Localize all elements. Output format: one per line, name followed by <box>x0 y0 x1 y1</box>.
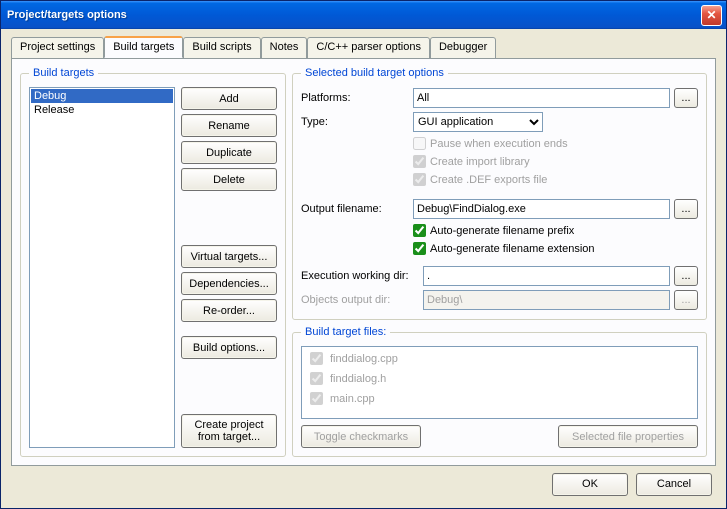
toggle-checkmarks-button: Toggle checkmarks <box>301 425 421 448</box>
virtual-targets-button[interactable]: Virtual targets... <box>181 245 277 268</box>
create-import-checkbox: Create import library <box>413 153 698 170</box>
exec-dir-label: Execution working dir: <box>301 270 419 282</box>
obj-dir-browse-button: ... <box>674 290 698 310</box>
files-listbox[interactable]: finddialog.cpp finddialog.h main.cpp <box>301 346 698 419</box>
obj-dir-input <box>423 290 670 310</box>
tab-strip: Project settings Build targets Build scr… <box>11 37 716 59</box>
auto-prefix-checkbox[interactable]: Auto-generate filename prefix <box>413 222 698 239</box>
platforms-input[interactable] <box>413 88 670 108</box>
file-item[interactable]: finddialog.cpp <box>306 349 693 368</box>
type-combobox[interactable]: GUI application <box>413 112 543 132</box>
rename-button[interactable]: Rename <box>181 114 277 137</box>
cancel-button[interactable]: Cancel <box>636 473 712 496</box>
selected-target-legend: Selected build target options <box>301 67 448 79</box>
delete-button[interactable]: Delete <box>181 168 277 191</box>
build-targets-legend: Build targets <box>29 67 98 79</box>
file-item[interactable]: finddialog.h <box>306 369 693 388</box>
dialog-window: Project/targets options ✕ Project settin… <box>0 0 727 509</box>
add-button[interactable]: Add <box>181 87 277 110</box>
selected-target-options-group: Selected build target options Platforms:… <box>292 67 707 320</box>
reorder-button[interactable]: Re-order... <box>181 299 277 322</box>
type-label: Type: <box>301 116 409 128</box>
tab-debugger[interactable]: Debugger <box>430 37 496 59</box>
target-buttons: Add Rename Duplicate Delete Virtual targ… <box>181 87 277 448</box>
create-def-checkbox: Create .DEF exports file <box>413 171 698 188</box>
output-filename-label: Output filename: <box>301 203 409 215</box>
exec-dir-browse-button[interactable]: ... <box>674 266 698 286</box>
list-item[interactable]: Debug <box>31 89 173 103</box>
right-column: Selected build target options Platforms:… <box>292 67 707 457</box>
build-options-button[interactable]: Build options... <box>181 336 277 359</box>
auto-extension-checkbox[interactable]: Auto-generate filename extension <box>413 240 698 257</box>
dependencies-button[interactable]: Dependencies... <box>181 272 277 295</box>
duplicate-button[interactable]: Duplicate <box>181 141 277 164</box>
tab-cpp-parser[interactable]: C/C++ parser options <box>307 37 430 59</box>
ok-button[interactable]: OK <box>552 473 628 496</box>
file-item[interactable]: main.cpp <box>306 389 693 408</box>
tab-build-scripts[interactable]: Build scripts <box>183 37 260 59</box>
tab-notes[interactable]: Notes <box>261 37 308 59</box>
tab-build-targets[interactable]: Build targets <box>104 36 183 58</box>
dialog-footer: OK Cancel <box>11 466 716 502</box>
close-icon[interactable]: ✕ <box>701 5 722 26</box>
build-target-files-group: Build target files: finddialog.cpp findd… <box>292 326 707 457</box>
tab-project-settings[interactable]: Project settings <box>11 37 104 59</box>
targets-listbox[interactable]: Debug Release <box>29 87 175 448</box>
window-title: Project/targets options <box>7 9 701 21</box>
client-area: Project settings Build targets Build scr… <box>1 29 726 508</box>
exec-dir-input[interactable] <box>423 266 670 286</box>
files-legend: Build target files: <box>301 326 390 338</box>
titlebar: Project/targets options ✕ <box>1 1 726 29</box>
build-targets-group: Build targets Debug Release Add Rename D… <box>20 67 286 457</box>
tab-page: Build targets Debug Release Add Rename D… <box>11 58 716 466</box>
left-column: Build targets Debug Release Add Rename D… <box>20 67 286 457</box>
output-browse-button[interactable]: ... <box>674 199 698 219</box>
list-item[interactable]: Release <box>31 103 173 117</box>
platforms-browse-button[interactable]: ... <box>674 88 698 108</box>
pause-checkbox: Pause when execution ends <box>413 135 698 152</box>
selected-file-properties-button: Selected file properties <box>558 425 698 448</box>
create-project-from-target-button[interactable]: Create project from target... <box>181 414 277 448</box>
output-filename-input[interactable] <box>413 199 670 219</box>
platforms-label: Platforms: <box>301 92 409 104</box>
obj-dir-label: Objects output dir: <box>301 294 419 306</box>
